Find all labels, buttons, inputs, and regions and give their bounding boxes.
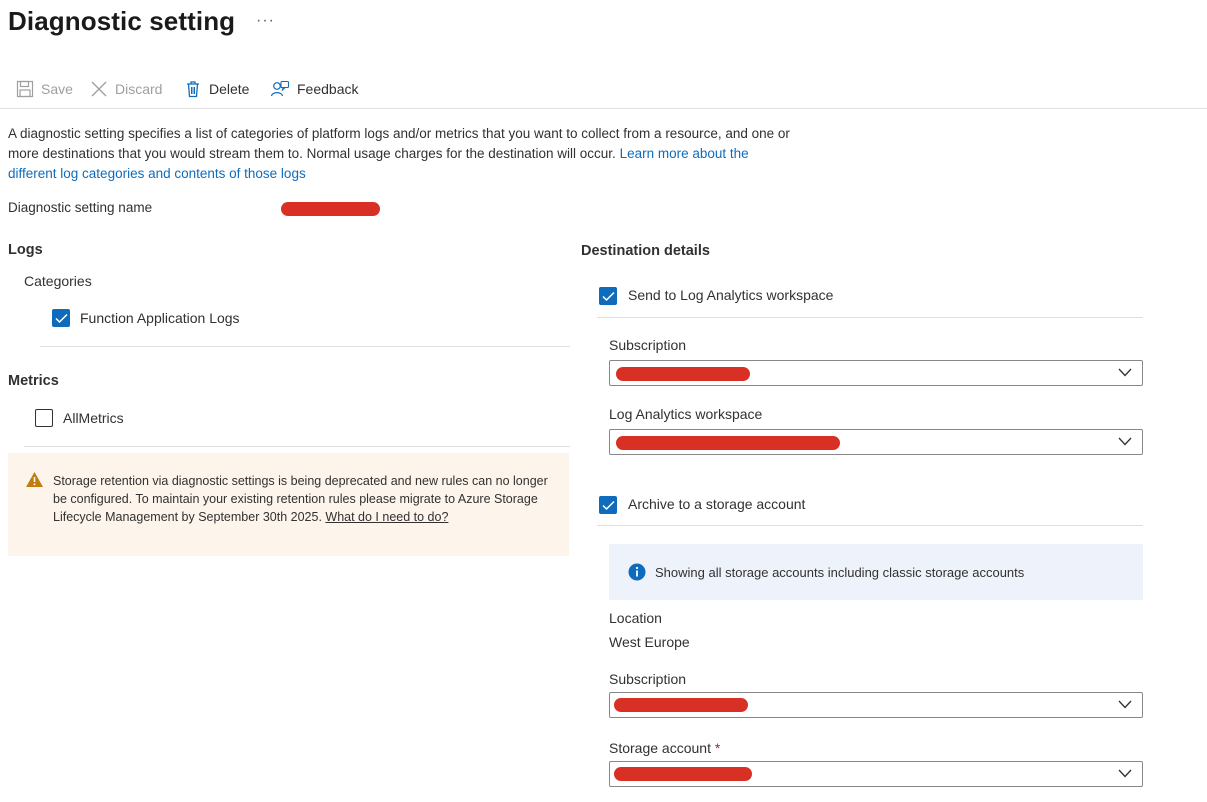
warning-body: Storage retention via diagnostic setting… [53,474,548,524]
chevron-down-icon [1118,437,1132,446]
storage-account-label: Storage account * [609,740,720,756]
logs-heading: Logs [8,242,43,258]
storage-divider [597,525,1143,526]
storage-subscription-dropdown[interactable] [609,692,1143,718]
retention-warning-banner: Storage retention via diagnostic setting… [8,453,569,556]
categories-label: Categories [24,273,92,289]
feedback-icon [270,80,290,97]
la-subscription-value-redacted [616,367,750,381]
logs-divider [40,346,570,347]
location-label: Location [609,610,662,626]
checkmark-icon [602,500,615,511]
classic-storage-info-banner: Showing all storage accounts including c… [609,544,1143,600]
location-value: West Europe [609,634,690,650]
metrics-divider [24,446,570,447]
info-text: Showing all storage accounts including c… [655,565,1025,580]
discard-label: Discard [115,81,163,97]
save-icon [16,80,34,98]
send-to-log-analytics-label: Send to Log Analytics workspace [628,287,834,303]
feedback-button[interactable]: Feedback [270,78,358,100]
description-text: A diagnostic setting specifies a list of… [8,124,798,184]
storage-subscription-label: Subscription [609,671,687,687]
allmetrics-label: AllMetrics [63,410,124,426]
chevron-down-icon [1118,368,1132,377]
send-to-log-analytics-checkbox[interactable] [599,287,617,305]
more-options-button[interactable]: ··· [256,12,275,30]
function-application-logs-checkbox[interactable] [52,309,70,327]
archive-to-storage-checkbox[interactable] [599,496,617,514]
chevron-down-icon [1118,700,1132,709]
archive-to-storage-label: Archive to a storage account [628,496,806,512]
storage-subscription-value-redacted [614,698,748,712]
log-analytics-divider [597,317,1143,318]
checkmark-icon [602,291,615,302]
la-workspace-dropdown[interactable] [609,429,1143,455]
page-title: Diagnostic setting [8,6,236,36]
what-do-i-need-to-do-link[interactable]: What do I need to do? [325,510,448,524]
metrics-heading: Metrics [8,373,59,389]
function-application-logs-label: Function Application Logs [80,310,240,326]
la-workspace-label: Log Analytics workspace [609,406,763,422]
destination-details-heading: Destination details [581,243,710,259]
trash-icon [187,81,199,98]
delete-label: Delete [209,81,250,97]
storage-account-dropdown[interactable] [609,761,1143,787]
command-bar: Save Discard Delete Feedback [0,72,1207,109]
delete-button[interactable]: Delete [184,78,249,100]
info-icon [628,563,646,581]
checkmark-icon [55,313,68,324]
warning-icon [26,472,43,487]
close-icon [91,81,107,97]
la-subscription-label: Subscription [609,337,687,353]
allmetrics-checkbox[interactable] [35,409,53,427]
storage-account-label-text: Storage account [609,740,711,756]
save-button[interactable]: Save [16,78,73,100]
feedback-label: Feedback [297,81,359,97]
la-subscription-dropdown[interactable] [609,360,1143,386]
setting-name-label: Diagnostic setting name [8,200,153,215]
setting-name-value-redacted [281,202,380,216]
save-label: Save [41,81,73,97]
la-workspace-value-redacted [616,436,840,450]
required-marker: * [714,740,721,756]
chevron-down-icon [1118,769,1132,778]
warning-text: Storage retention via diagnostic setting… [53,472,553,526]
storage-account-value-redacted [614,767,752,781]
discard-button[interactable]: Discard [90,78,162,100]
